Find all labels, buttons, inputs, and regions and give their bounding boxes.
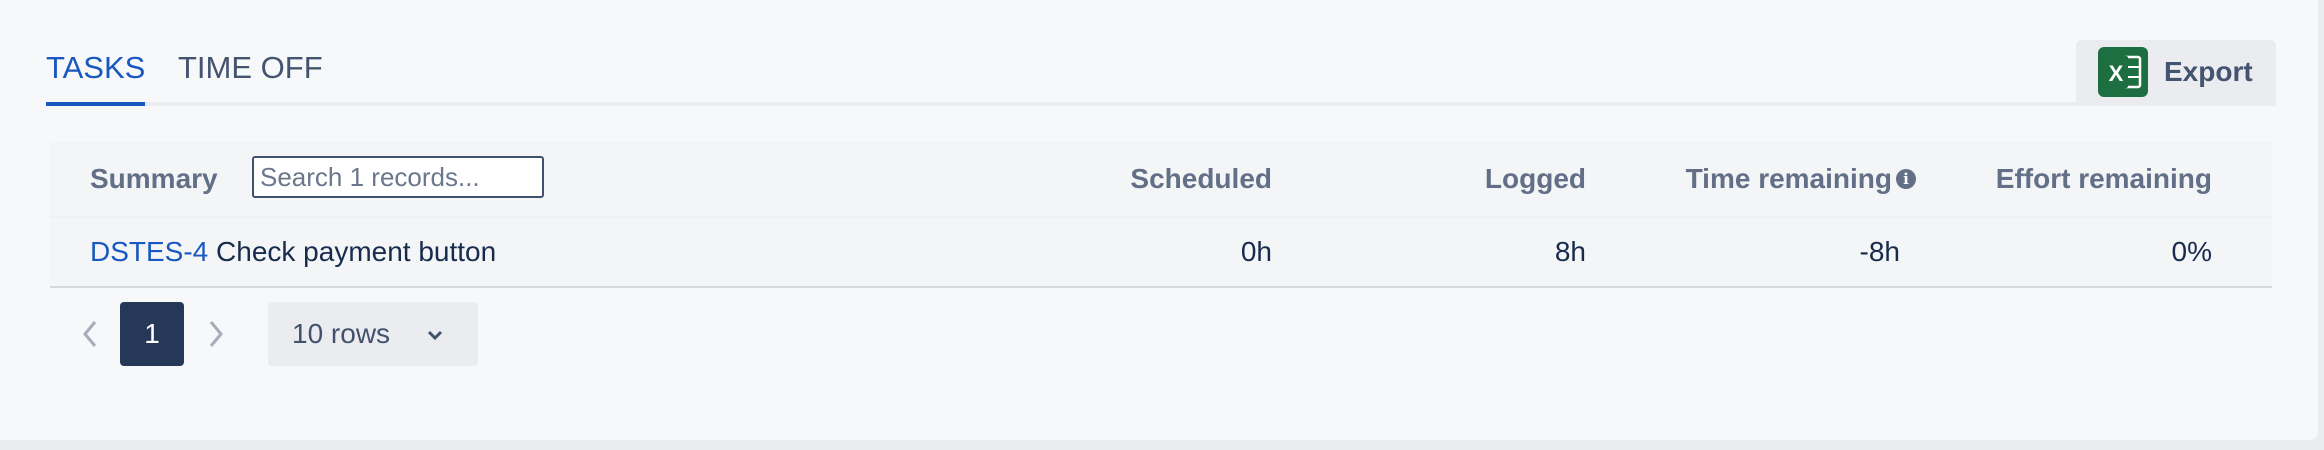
issue-key-link[interactable]: DSTES-4 (90, 236, 208, 267)
tab-bar: TASKS TIME OFF (46, 44, 2276, 106)
tasks-table: Summary Scheduled Logged Time remaining … (50, 142, 2272, 288)
issue-title: Check payment button (216, 236, 497, 267)
table-header: Summary Scheduled Logged Time remaining … (50, 142, 2272, 216)
header-time-remaining-label: Time remaining (1685, 163, 1892, 194)
svg-text:X: X (2109, 61, 2124, 86)
rows-per-page-select[interactable]: 10 rows (268, 302, 478, 366)
export-button[interactable]: X Export (2076, 40, 2276, 104)
worklog-panel: TASKS TIME OFF X Export Summary Schedule… (0, 0, 2318, 440)
header-effort-remaining[interactable]: Effort remaining (1996, 142, 2212, 216)
page-button-current[interactable]: 1 (120, 302, 184, 366)
chevron-left-icon (83, 321, 97, 347)
excel-icon: X (2098, 47, 2148, 97)
table-row: DSTES-4 Check payment button 0h 8h -8h 0… (50, 216, 2272, 288)
previous-page-button[interactable] (70, 302, 110, 366)
header-summary[interactable]: Summary (90, 142, 218, 216)
cell-logged: 8h (1554, 236, 1586, 267)
cell-scheduled: 0h (1240, 236, 1272, 267)
export-label: Export (2164, 56, 2253, 87)
next-page-button[interactable] (196, 302, 236, 366)
rows-per-page-value: 10 rows (292, 318, 391, 349)
chevron-right-icon (209, 321, 223, 347)
tab-time-off[interactable]: TIME OFF (178, 44, 323, 106)
header-time-remaining[interactable]: Time remaining i (1685, 142, 1916, 216)
cell-time-remaining: -8h (1859, 236, 1900, 267)
info-icon[interactable]: i (1896, 169, 1916, 189)
header-scheduled[interactable]: Scheduled (1130, 142, 1272, 216)
header-logged[interactable]: Logged (1485, 142, 1586, 216)
row-summary: DSTES-4 Check payment button (90, 218, 496, 286)
cell-effort-remaining: 0% (2171, 236, 2212, 267)
search-input[interactable] (252, 156, 544, 198)
tab-tasks[interactable]: TASKS (46, 44, 146, 106)
chevron-down-icon (427, 330, 443, 341)
